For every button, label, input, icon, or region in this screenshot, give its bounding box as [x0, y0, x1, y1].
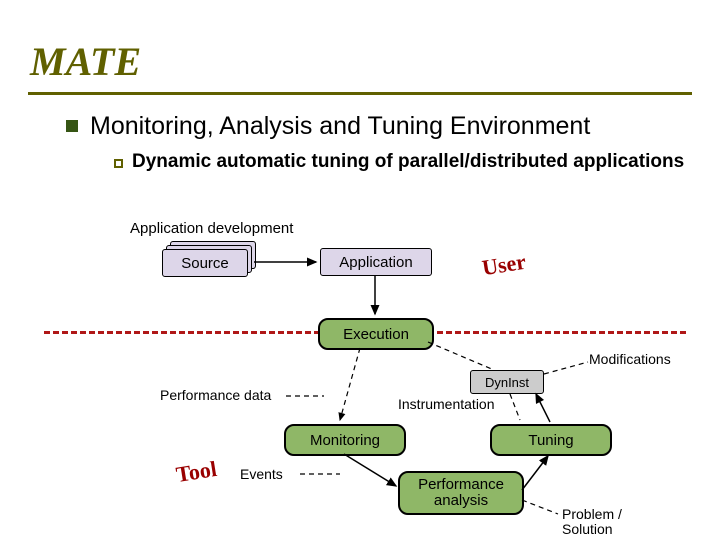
bullet2-text: Dynamic automatic tuning of parallel/dis…: [132, 150, 684, 174]
divider-right: [428, 331, 686, 334]
perf-analysis-line1: Performance: [418, 477, 504, 494]
source-box: Source: [162, 249, 248, 277]
execution-box: Execution: [318, 318, 434, 350]
bullet-hollow-square-icon: [114, 159, 123, 168]
application-box: Application: [320, 248, 432, 276]
problem-line1: Problem /: [562, 506, 622, 522]
tuning-box: Tuning: [490, 424, 612, 456]
events-label: Events: [240, 466, 283, 482]
dyninst-box: DynInst: [470, 370, 544, 394]
perf-analysis-line2: analysis: [434, 493, 488, 510]
title-rule: [28, 92, 692, 95]
slide-title: MATE: [30, 38, 141, 85]
instrumentation-label: Instrumentation: [398, 396, 495, 412]
user-label: User: [480, 249, 528, 282]
modifications-label: Modifications: [589, 351, 671, 367]
tool-label: Tool: [174, 456, 218, 488]
divider-left: [44, 331, 320, 334]
bullet1-text: Monitoring, Analysis and Tuning Environm…: [90, 112, 590, 141]
bullet-square-icon: [66, 120, 78, 132]
performance-analysis-box: Performance analysis: [398, 471, 524, 515]
problem-line2: Solution: [562, 521, 613, 537]
performance-data-label: Performance data: [160, 387, 271, 403]
monitoring-box: Monitoring: [284, 424, 406, 456]
app-dev-label: Application development: [130, 220, 293, 237]
problem-solution-label: Problem / Solution: [562, 507, 622, 538]
